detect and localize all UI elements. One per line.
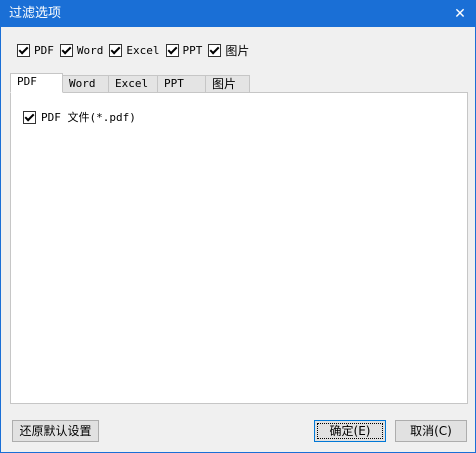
ok-button[interactable]: 确定(E) — [314, 420, 386, 442]
filter-label-pdf: PDF — [34, 43, 54, 57]
checkbox-checked-icon[interactable] — [17, 43, 30, 57]
close-icon[interactable]: ✕ — [449, 3, 471, 25]
filter-options-dialog: 过滤选项 ✕ PDF Word Excel PPT 图片 PDF Word Ex… — [0, 0, 476, 453]
tab-pdf[interactable]: PDF — [10, 73, 63, 93]
filter-checkbox-excel[interactable]: Excel — [109, 43, 160, 57]
checkbox-checked-icon[interactable] — [23, 110, 36, 124]
tab-strip: PDF Word Excel PPT 图片 — [10, 73, 250, 93]
pdf-file-type-label: PDF 文件(*.pdf) — [41, 111, 136, 124]
pdf-file-type-checkbox[interactable]: PDF 文件(*.pdf) — [23, 109, 136, 125]
filter-label-word: Word — [76, 43, 104, 57]
restore-defaults-button[interactable]: 还原默认设置 — [12, 420, 99, 442]
tab-ppt[interactable]: PPT — [158, 75, 206, 92]
filter-checkbox-word[interactable]: Word — [59, 43, 104, 57]
filter-label-excel: Excel — [126, 43, 160, 57]
filter-checkbox-pdf[interactable]: PDF — [17, 43, 54, 57]
checkbox-checked-icon[interactable] — [165, 43, 179, 57]
tab-image-label: 图片 — [212, 77, 237, 91]
dialog-title: 过滤选项 — [9, 6, 62, 21]
ok-button-label: 确定(E) — [329, 424, 371, 438]
title-bar[interactable]: 过滤选项 ✕ — [1, 1, 475, 27]
file-type-filter-row: PDF Word Excel PPT 图片 — [17, 41, 249, 59]
filter-label-image: 图片 — [225, 43, 250, 58]
checkbox-checked-icon[interactable] — [208, 43, 222, 57]
filter-checkbox-image[interactable]: 图片 — [208, 42, 249, 59]
checkbox-checked-icon[interactable] — [109, 43, 123, 57]
tab-excel[interactable]: Excel — [109, 75, 158, 92]
tab-panel-pdf: PDF 文件(*.pdf) — [10, 92, 468, 404]
filter-label-ppt: PPT — [182, 43, 203, 57]
cancel-button[interactable]: 取消(C) — [395, 420, 467, 442]
filter-checkbox-ppt[interactable]: PPT — [165, 43, 203, 57]
tab-word[interactable]: Word — [63, 75, 109, 92]
tab-image[interactable]: 图片 — [206, 75, 250, 92]
checkbox-checked-icon[interactable] — [59, 43, 73, 57]
